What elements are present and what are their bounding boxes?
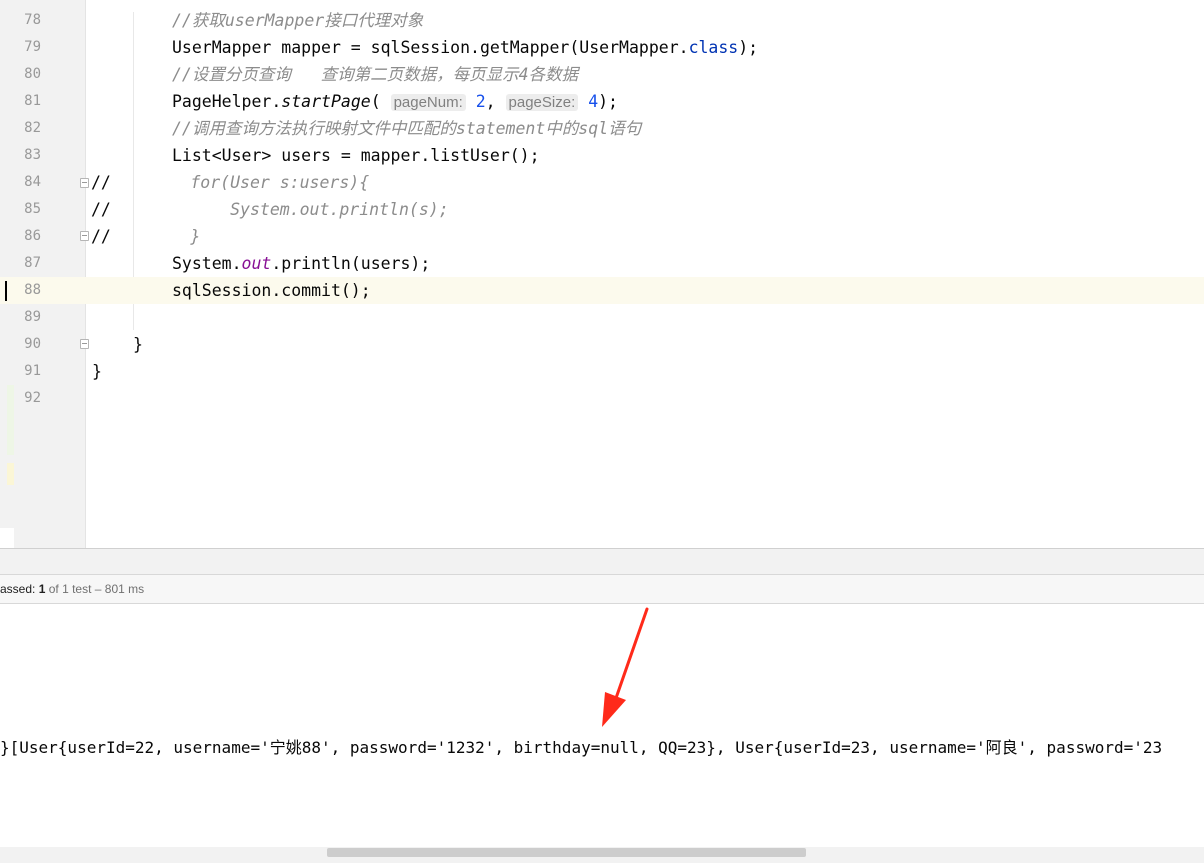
code-line[interactable]: 87 System.out.println(users); bbox=[0, 250, 1204, 277]
code-token: List<User> users = mapper.listUser(); bbox=[172, 146, 540, 165]
code-token: class bbox=[688, 38, 739, 57]
fold-icon[interactable] bbox=[80, 231, 89, 241]
code-token: } bbox=[133, 335, 143, 354]
horizontal-scrollbar[interactable] bbox=[0, 847, 1204, 863]
code-token: System. bbox=[172, 254, 242, 273]
text-caret bbox=[5, 281, 7, 301]
passed-label: assed: bbox=[0, 582, 36, 596]
code-line[interactable]: 90} bbox=[0, 331, 1204, 358]
code-line[interactable]: 92 bbox=[0, 385, 1204, 412]
line-number: 85 bbox=[24, 201, 41, 217]
code-token: System.out.println(s); bbox=[110, 200, 449, 219]
line-number: 79 bbox=[24, 39, 41, 55]
line-number: 78 bbox=[24, 12, 41, 28]
line-number: 82 bbox=[24, 120, 41, 136]
code-line[interactable]: 81 PageHelper.startPage( pageNum: 2, page… bbox=[0, 88, 1204, 115]
code-token: } bbox=[110, 227, 201, 246]
code-line[interactable]: 91} bbox=[0, 358, 1204, 385]
line-number: 91 bbox=[24, 363, 41, 379]
parameter-hint: pageNum: bbox=[390, 94, 466, 111]
line-number: 87 bbox=[24, 255, 41, 271]
code-text: sqlSession.commit(); bbox=[172, 277, 371, 304]
code-token: .println(users); bbox=[271, 254, 431, 273]
test-status-bar: assed: 1 of 1 test – 801 ms bbox=[0, 574, 1204, 604]
scrollbar-thumb[interactable] bbox=[327, 848, 806, 857]
code-token: // bbox=[91, 200, 111, 219]
line-number: 83 bbox=[24, 147, 41, 163]
console-line: }[User{userId=22, username='宁姚88', passw… bbox=[0, 738, 1163, 757]
code-token: PageHelper. bbox=[172, 92, 282, 111]
code-text: System.out.println(users); bbox=[172, 250, 430, 277]
code-text: //获取userMapper接口代理对象 bbox=[172, 7, 423, 34]
code-line[interactable]: 88 sqlSession.commit(); bbox=[0, 277, 1204, 304]
code-text: // for(User s:users){ bbox=[91, 169, 369, 196]
code-text: UserMapper mapper = sqlSession.getMapper… bbox=[172, 34, 758, 61]
code-token: sqlSession.commit(); bbox=[172, 281, 371, 300]
line-number: 86 bbox=[24, 228, 41, 244]
code-token: } bbox=[92, 362, 102, 381]
fold-icon[interactable] bbox=[80, 339, 89, 349]
code-text: } bbox=[92, 358, 102, 385]
code-token: //获取userMapper接口代理对象 bbox=[172, 11, 424, 30]
code-editor[interactable]: 78 //获取userMapper接口代理对象 79 UserMapper mappe… bbox=[0, 0, 1204, 548]
code-token: //调用查询方法执行映射文件中匹配的statement中的sql语句 bbox=[172, 119, 642, 138]
code-line[interactable]: 84 // for(User s:users){ bbox=[0, 169, 1204, 196]
red-arrow-annotation bbox=[602, 607, 649, 727]
code-text: //调用查询方法执行映射文件中匹配的statement中的sql语句 bbox=[172, 115, 641, 142]
code-token: ( bbox=[370, 92, 391, 111]
line-number: 89 bbox=[24, 309, 41, 325]
code-token: ); bbox=[738, 38, 759, 57]
code-token: 2 bbox=[475, 92, 486, 111]
code-token: ); bbox=[598, 92, 618, 111]
code-text: PageHelper.startPage( pageNum: 2, pageSi… bbox=[172, 88, 618, 115]
code-token: // bbox=[91, 227, 111, 246]
fold-icon[interactable] bbox=[80, 178, 89, 188]
code-line[interactable]: 79 UserMapper mapper = sqlSession.getMapp… bbox=[0, 34, 1204, 61]
code-token: 4 bbox=[588, 92, 599, 111]
modified-line-marker bbox=[7, 463, 14, 485]
line-number: 81 bbox=[24, 93, 41, 109]
code-text: // System.out.println(s); bbox=[91, 196, 449, 223]
code-token: // bbox=[91, 173, 111, 192]
line-number: 80 bbox=[24, 66, 41, 82]
code-line[interactable]: 80 //设置分页查询 查询第二页数据，每页显示4各数据 bbox=[0, 61, 1204, 88]
test-duration: – 801 ms bbox=[94, 582, 145, 596]
code-line[interactable]: 86 // } bbox=[0, 223, 1204, 250]
line-number: 92 bbox=[24, 390, 41, 406]
panel-splitter[interactable] bbox=[0, 548, 1204, 574]
passed-count: 1 bbox=[38, 582, 46, 596]
parameter-hint: pageSize: bbox=[505, 94, 579, 111]
code-text: List<User> users = mapper.listUser(); bbox=[172, 142, 540, 169]
code-line[interactable]: 83 List<User> users = mapper.listUser(); bbox=[0, 142, 1204, 169]
code-text: // } bbox=[91, 223, 200, 250]
code-token: startPage bbox=[281, 92, 371, 111]
code-token: , bbox=[485, 92, 506, 111]
code-token: for(User s:users){ bbox=[110, 173, 370, 192]
code-line[interactable]: 85 // System.out.println(s); bbox=[0, 196, 1204, 223]
code-line[interactable]: 78 //获取userMapper接口代理对象 bbox=[0, 7, 1204, 34]
code-token: //设置分页查询 查询第二页数据，每页显示4各数据 bbox=[172, 65, 579, 84]
line-number: 84 bbox=[24, 174, 41, 190]
code-text: //设置分页查询 查询第二页数据，每页显示4各数据 bbox=[172, 61, 578, 88]
code-line[interactable]: 82 //调用查询方法执行映射文件中匹配的statement中的sql语句 bbox=[0, 115, 1204, 142]
line-number: 88 bbox=[24, 282, 41, 298]
code-text: } bbox=[133, 331, 143, 358]
line-number: 90 bbox=[24, 336, 41, 352]
test-total: of 1 test bbox=[48, 582, 92, 596]
code-token: out bbox=[241, 254, 272, 273]
code-line[interactable]: 89 bbox=[0, 304, 1204, 331]
code-token: UserMapper mapper = sqlSession.getMapper… bbox=[172, 38, 689, 57]
